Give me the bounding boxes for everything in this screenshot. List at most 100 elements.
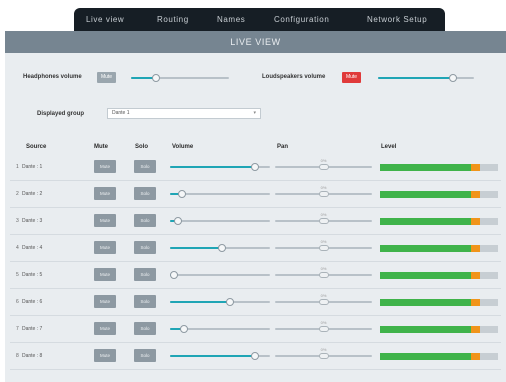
level-meter-fill [380,218,471,225]
pan-slider[interactable]: 0% [275,239,372,252]
volume-slider[interactable] [170,325,270,333]
slider-fill [170,247,222,249]
tab-routing[interactable]: Routing [157,8,189,31]
source-name: Dante : 4 [22,245,43,251]
slider-fill [170,301,230,303]
channel-index: 1 [16,164,19,170]
slider-thumb[interactable] [180,325,188,333]
level-meter [380,299,498,306]
column-header-source: Source [26,144,47,150]
level-meter-peak [471,272,480,279]
volume-slider[interactable] [170,271,270,279]
slider-fill [378,77,453,79]
slider-fill [170,166,255,168]
headphones-volume-slider[interactable] [131,74,229,82]
channel-index: 7 [16,326,19,332]
slider-thumb[interactable] [318,245,329,251]
slider-thumb[interactable] [178,190,186,198]
solo-button[interactable]: Solo [134,214,156,227]
table-row: 6 Dante : 6 Mute Solo 0% [5,289,506,316]
slider-thumb[interactable] [318,272,329,278]
displayed-group-select[interactable]: Dante 1 ▾ [107,108,261,119]
slider-thumb[interactable] [318,191,329,197]
tab-names[interactable]: Names [217,8,245,31]
slider-thumb[interactable] [170,271,178,279]
chevron-down-icon: ▾ [253,110,256,116]
pan-slider[interactable]: 0% [275,212,372,225]
slider-thumb[interactable] [318,164,329,170]
column-header-solo: Solo [135,144,148,150]
column-header-mute: Mute [94,144,108,150]
table-row: 4 Dante : 4 Mute Solo 0% [5,235,506,262]
slider-thumb[interactable] [226,298,234,306]
level-meter-fill [380,299,471,306]
pan-slider[interactable]: 0% [275,158,372,171]
pan-slider[interactable]: 0% [275,347,372,360]
pan-center-label: 0% [320,185,327,190]
level-meter-peak [471,245,480,252]
volume-slider[interactable] [170,352,270,360]
mute-button[interactable]: Mute [94,214,116,227]
level-meter-fill [380,353,471,360]
mute-button[interactable]: Mute [94,241,116,254]
solo-button[interactable]: Solo [134,160,156,173]
volume-slider[interactable] [170,163,270,171]
mute-button[interactable]: Mute [94,268,116,281]
slider-thumb[interactable] [251,163,259,171]
slider-thumb[interactable] [318,299,329,305]
level-meter [380,191,498,198]
pan-center-label: 0% [320,266,327,271]
tab-live-view[interactable]: Live view [86,8,124,31]
slider-thumb[interactable] [151,74,160,82]
mute-button[interactable]: Mute [94,349,116,362]
mute-button[interactable]: Mute [94,322,116,335]
volume-slider[interactable] [170,298,270,306]
solo-button[interactable]: Solo [134,187,156,200]
slider-track [170,274,270,276]
slider-thumb[interactable] [318,326,329,332]
pan-center-label: 0% [320,347,327,352]
volume-slider[interactable] [170,244,270,252]
table-row: 2 Dante : 2 Mute Solo 0% [5,181,506,208]
solo-button[interactable]: Solo [134,322,156,335]
slider-thumb[interactable] [218,244,226,252]
solo-button[interactable]: Solo [134,349,156,362]
pan-slider[interactable]: 0% [275,185,372,198]
column-header-volume: Volume [172,144,194,150]
channel-index: 5 [16,272,19,278]
pan-slider[interactable]: 0% [275,293,372,306]
source-name: Dante : 1 [22,164,43,170]
level-meter-peak [471,218,480,225]
mute-button[interactable]: Mute [94,160,116,173]
table-row: 1 Dante : 1 Mute Solo 0% [5,154,506,181]
slider-thumb[interactable] [174,217,182,225]
volume-slider[interactable] [170,217,270,225]
pan-slider[interactable]: 0% [275,320,372,333]
solo-button[interactable]: Solo [134,295,156,308]
level-meter-fill [380,272,471,279]
pan-center-label: 0% [320,239,327,244]
level-meter-peak [471,299,480,306]
headphones-mute-button[interactable]: Mute [97,72,116,83]
level-meter [380,164,498,171]
mute-button[interactable]: Mute [94,187,116,200]
mute-button[interactable]: Mute [94,295,116,308]
level-meter [380,245,498,252]
pan-slider[interactable]: 0% [275,266,372,279]
slider-thumb[interactable] [318,218,329,224]
loudspeakers-mute-button[interactable]: Mute [342,72,361,83]
loudspeakers-volume-slider[interactable] [378,74,474,82]
tab-network-setup[interactable]: Network Setup [367,8,427,31]
slider-thumb[interactable] [448,74,457,82]
channel-index: 4 [16,245,19,251]
solo-button[interactable]: Solo [134,268,156,281]
column-header-level: Level [381,144,397,150]
source-name: Dante : 5 [22,272,43,278]
solo-button[interactable]: Solo [134,241,156,254]
volume-slider[interactable] [170,190,270,198]
tab-configuration[interactable]: Configuration [274,8,329,31]
slider-thumb[interactable] [251,352,259,360]
top-navigation: Live view Routing Names Configuration Ne… [74,8,445,31]
slider-thumb[interactable] [318,353,329,359]
level-meter-fill [380,245,471,252]
